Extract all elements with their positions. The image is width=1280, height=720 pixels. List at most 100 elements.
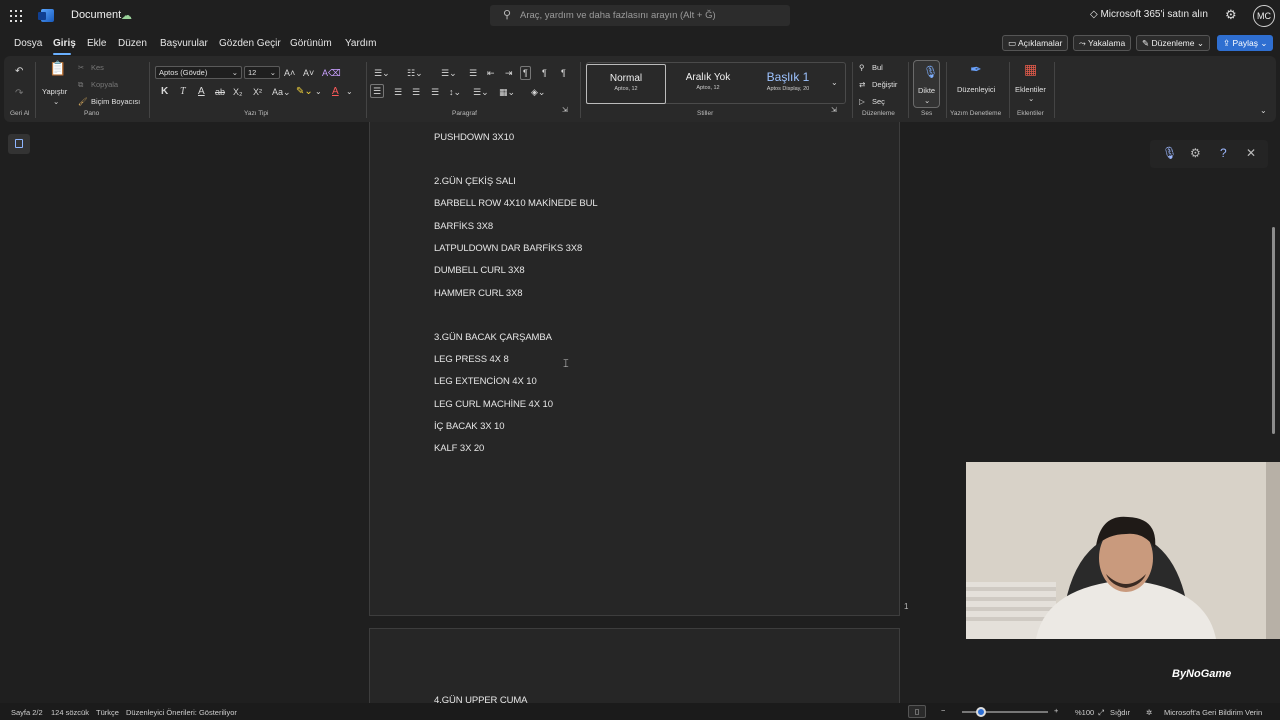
doc-line[interactable]: BARBELL ROW 4X10 MAKİNEDE BUL bbox=[434, 198, 598, 209]
paragraph-settings-icon[interactable]: ⇲ bbox=[562, 106, 568, 116]
tab-home[interactable]: Giriş bbox=[53, 38, 76, 49]
doc-line[interactable]: 3.GÜN BACAK ÇARŞAMBA bbox=[434, 332, 552, 343]
increase-indent-icon[interactable]: ⇥ bbox=[505, 68, 513, 78]
paste-icon[interactable]: 📋 bbox=[49, 61, 66, 75]
settings-gear-icon[interactable]: ⚙ bbox=[1225, 7, 1237, 23]
doc-line[interactable]: DUMBELL CURL 3X8 bbox=[434, 265, 525, 276]
search-box[interactable]: ⚲ Araç, yardım ve daha fazlasını arayın … bbox=[490, 5, 790, 26]
zoom-slider[interactable] bbox=[962, 711, 1048, 713]
editor-button[interactable]: Düzenleyici bbox=[957, 85, 995, 94]
cloud-saved-icon[interactable]: ☁ bbox=[121, 9, 132, 22]
cut-button[interactable]: Kes bbox=[91, 63, 104, 72]
doc-line[interactable]: LEG EXTENCİON 4X 10 bbox=[434, 376, 537, 387]
align-center-icon[interactable]: ☰ bbox=[394, 87, 402, 97]
shrink-font-icon[interactable]: A˅ bbox=[303, 68, 314, 78]
tab-insert[interactable]: Ekle bbox=[87, 38, 106, 49]
highlight-icon[interactable]: ✎⌄ bbox=[296, 87, 313, 97]
addins-grid-icon[interactable]: ▦ bbox=[1024, 62, 1037, 76]
redo-icon[interactable]: ↷ bbox=[15, 89, 23, 99]
catchup-button[interactable]: ⤳ Yakalama bbox=[1073, 35, 1132, 51]
chevron-down-icon[interactable]: ⌄ bbox=[315, 87, 322, 97]
vertical-scrollbar[interactable] bbox=[1272, 227, 1275, 434]
shading-icon[interactable]: ◈⌄ bbox=[531, 87, 545, 97]
close-icon[interactable]: ✕ bbox=[1246, 146, 1256, 160]
bold-button[interactable]: K bbox=[161, 87, 168, 97]
doc-line[interactable]: HAMMER CURL 3X8 bbox=[434, 288, 523, 299]
tab-view[interactable]: Görünüm bbox=[290, 38, 332, 49]
line-spacing-icon[interactable]: ↕⌄ bbox=[449, 87, 461, 97]
word-count[interactable]: 124 sözcük bbox=[51, 708, 89, 717]
styles-expand-icon[interactable]: ⌄ bbox=[831, 78, 838, 88]
editor-pen-icon[interactable]: ✒ bbox=[970, 62, 982, 76]
page-count[interactable]: Sayfa 2/2 bbox=[11, 708, 43, 717]
ribbon-collapse-icon[interactable]: ⌄ bbox=[1260, 106, 1267, 116]
ltr-direction-icon[interactable]: ¶ bbox=[520, 66, 531, 80]
language[interactable]: Türkçe bbox=[96, 708, 119, 717]
font-name-dropdown[interactable]: Aptos (Gövde) ⌄ bbox=[155, 66, 242, 79]
tab-layout[interactable]: Düzen bbox=[118, 38, 147, 49]
format-painter-button[interactable]: Biçim Boyacısı bbox=[91, 97, 140, 106]
replace-button[interactable]: Değiştir bbox=[872, 80, 897, 89]
tab-file[interactable]: Dosya bbox=[14, 38, 42, 49]
editor-suggestions[interactable]: Düzenleyici Önerileri: Gösteriliyor bbox=[126, 708, 237, 717]
dictate-button[interactable]: 🎙 Dikte ⌄ bbox=[913, 60, 940, 108]
doc-line[interactable]: LEG CURL MACHİNE 4X 10 bbox=[434, 399, 553, 410]
gear-icon[interactable]: ⚙ bbox=[1190, 146, 1201, 160]
show-marks-icon[interactable]: ¶ bbox=[561, 68, 566, 78]
bullets-icon[interactable]: ☰⌄ bbox=[374, 68, 390, 78]
help-icon[interactable]: ? bbox=[1220, 146, 1227, 160]
borders-icon[interactable]: ▦⌄ bbox=[499, 87, 515, 97]
document-title[interactable]: Document bbox=[71, 9, 121, 21]
multilevel-list-icon[interactable]: ☰⌄ bbox=[441, 68, 457, 78]
tab-help[interactable]: Yardım bbox=[345, 38, 377, 49]
font-color-icon[interactable]: A bbox=[332, 87, 339, 97]
strikethrough-icon[interactable]: ab bbox=[215, 87, 225, 97]
select-button[interactable]: Seç bbox=[872, 97, 885, 106]
comments-button[interactable]: ▭ Açıklamalar bbox=[1002, 35, 1069, 51]
navigation-pane-icon[interactable] bbox=[8, 134, 30, 154]
app-launcher-icon[interactable] bbox=[10, 10, 22, 22]
chevron-down-icon[interactable]: ⌄ bbox=[346, 87, 353, 97]
numbering-icon[interactable]: ☷⌄ bbox=[407, 68, 423, 78]
superscript-icon[interactable]: X² bbox=[253, 87, 262, 97]
doc-line[interactable]: KALF 3X 20 bbox=[434, 443, 484, 454]
zoom-in-icon[interactable]: + bbox=[1054, 706, 1058, 715]
doc-line[interactable]: PUSHDOWN 3X10 bbox=[434, 132, 514, 143]
fit-button[interactable]: Sığdır bbox=[1110, 708, 1130, 717]
buy-m365-link[interactable]: ◇ Microsoft 365'i satın alın bbox=[1090, 9, 1208, 20]
document-page-1[interactable]: PUSHDOWN 3X10 2.GÜN ÇEKİŞ SALI BARBELL R… bbox=[369, 122, 900, 616]
align-left-icon[interactable]: ☰ bbox=[370, 84, 385, 98]
paragraph-spacing-icon[interactable]: ☰⌄ bbox=[473, 87, 489, 97]
zoom-level[interactable]: %100 bbox=[1075, 708, 1094, 717]
tab-review[interactable]: Gözden Geçir bbox=[219, 38, 281, 49]
editing-mode-button[interactable]: ✎ Düzenleme ⌄ bbox=[1136, 35, 1210, 51]
doc-line[interactable]: LATPULDOWN DAR BARFİKS 3X8 bbox=[434, 243, 582, 254]
undo-icon[interactable]: ↶ bbox=[15, 67, 23, 77]
find-button[interactable]: Bul bbox=[872, 63, 883, 72]
rtl-direction-icon[interactable]: ¶ bbox=[542, 68, 547, 78]
underline-icon[interactable]: A bbox=[198, 87, 205, 97]
style-normal[interactable]: Normal Aptos, 12 bbox=[586, 64, 666, 104]
microphone-icon[interactable]: 🎙 bbox=[1162, 146, 1177, 160]
addins-button[interactable]: Eklentiler bbox=[1015, 85, 1046, 94]
align-right-icon[interactable]: ☰ bbox=[412, 87, 420, 97]
decrease-indent-icon[interactable]: ⇤ bbox=[487, 68, 495, 78]
print-layout-icon[interactable]: ▯ bbox=[908, 705, 927, 718]
share-button[interactable]: ⇪ Paylaş ⌄ bbox=[1217, 35, 1274, 51]
styles-settings-icon[interactable]: ⇲ bbox=[831, 106, 837, 116]
italic-button[interactable]: T bbox=[180, 87, 186, 97]
clear-formatting-icon[interactable]: A⌫ bbox=[322, 68, 341, 78]
style-no-spacing[interactable]: Aralık Yok Aptos, 12 bbox=[668, 64, 748, 104]
tab-references[interactable]: Başvurular bbox=[160, 38, 208, 49]
zoom-out-icon[interactable]: − bbox=[941, 706, 945, 715]
feedback-link[interactable]: Microsoft'a Geri Bildirim Verin bbox=[1164, 708, 1262, 717]
subscript-icon[interactable]: X₂ bbox=[233, 87, 243, 97]
doc-line[interactable]: LEG PRESS 4X 8 bbox=[434, 354, 509, 365]
doc-line[interactable]: 2.GÜN ÇEKİŞ SALI bbox=[434, 176, 516, 187]
chevron-down-icon[interactable]: ⌄ bbox=[1028, 94, 1034, 103]
copy-button[interactable]: Kopyala bbox=[91, 80, 118, 89]
change-case-icon[interactable]: Aa⌄ bbox=[272, 87, 291, 97]
doc-line[interactable]: BARFİKS 3X8 bbox=[434, 221, 493, 232]
user-avatar[interactable]: MC bbox=[1253, 5, 1275, 27]
font-size-dropdown[interactable]: 12 ⌄ bbox=[244, 66, 280, 79]
